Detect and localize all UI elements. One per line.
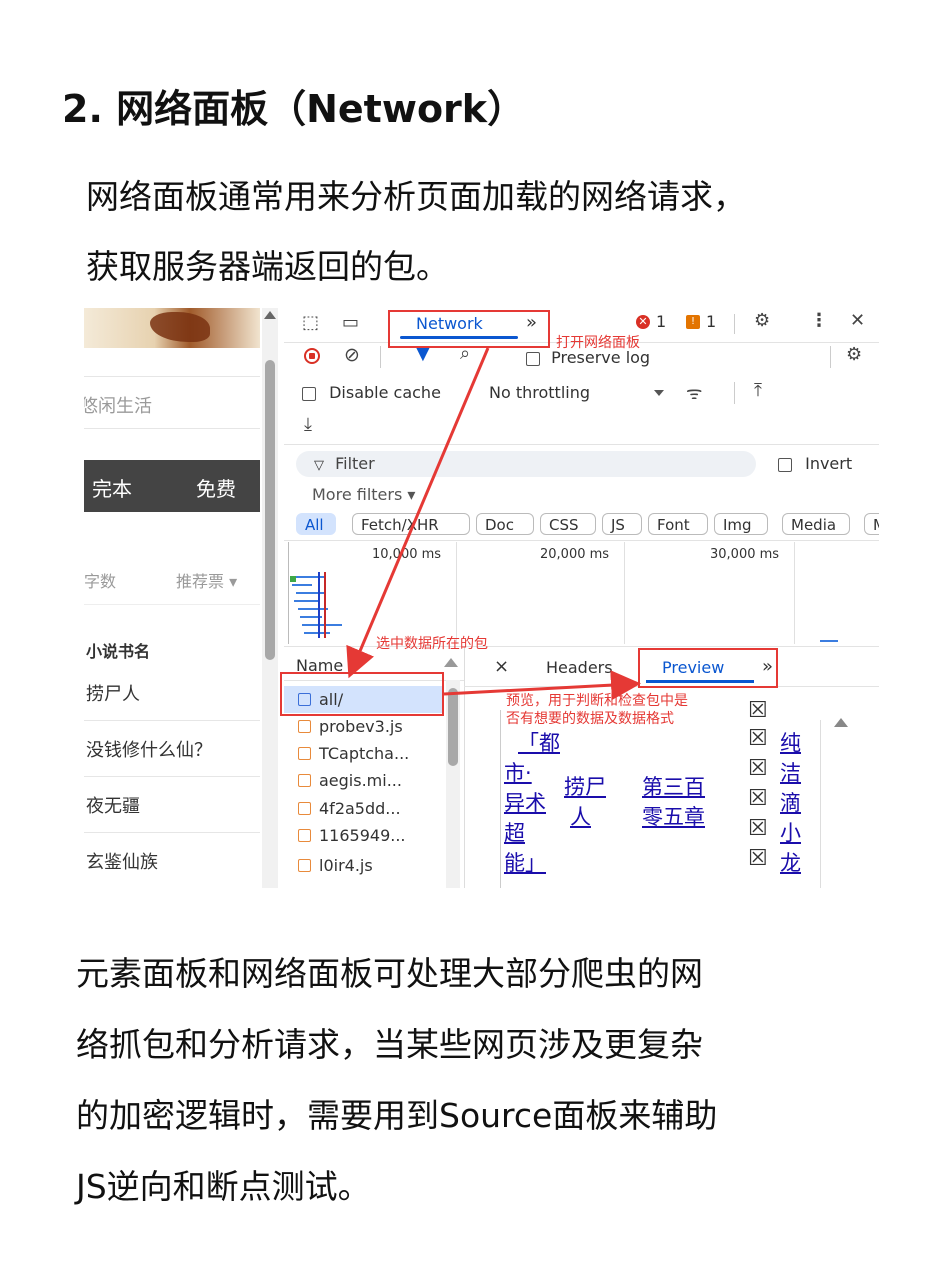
intro-line-2: 获取服务器端返回的包。 [86, 247, 449, 286]
devtools-screenshot: 悠闲生活 完本 免费 字数 推荐票 ▾ 小说书名 捞尸人 没钱修什么仙？ 夜无疆… [84, 308, 879, 888]
arrow-network-to-request [346, 347, 490, 679]
annotation-arrows [346, 347, 641, 701]
outro-line-2: 络抓包和分析请求，当某些网页涉及更复杂 [76, 1025, 703, 1064]
outro-line-3: 的加密逻辑时，需要用到Source面板来辅助 [76, 1096, 718, 1135]
arrow-request-to-preview [443, 670, 641, 701]
intro-line-1: 网络面板通常用来分析页面加载的网络请求， [86, 177, 746, 216]
outro-line-4: JS逆向和断点测试。 [76, 1167, 371, 1206]
outro-line-1: 元素面板和网络面板可处理大部分爬虫的网 [76, 954, 703, 993]
page-heading: 2. 网络面板（Network） [62, 87, 526, 131]
